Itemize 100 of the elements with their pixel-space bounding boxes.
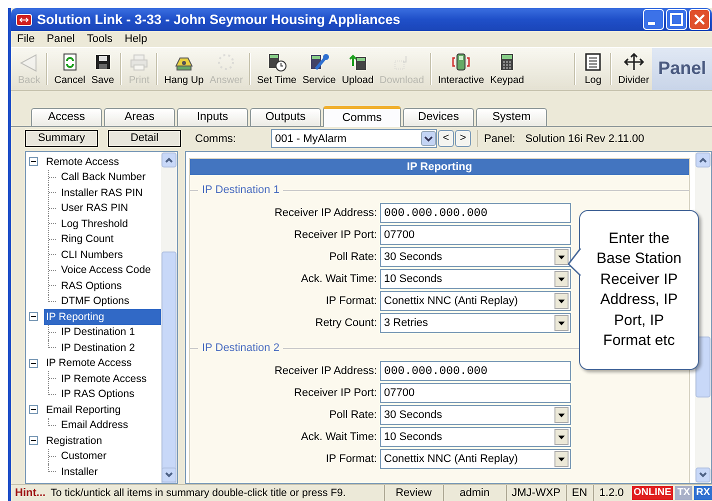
minimize-icon[interactable] bbox=[643, 9, 664, 30]
panel-version: Solution 16i Rev 2.11.00 bbox=[525, 132, 644, 145]
tree-item[interactable]: Log Threshold bbox=[59, 216, 130, 231]
field-label: Receiver IP Port: bbox=[293, 387, 377, 399]
status-indicator: RX bbox=[694, 486, 712, 500]
field-label: Receiver IP Address: bbox=[273, 365, 377, 377]
view-button[interactable]: Detail bbox=[108, 130, 181, 148]
field-label: IP Format: bbox=[324, 295, 377, 307]
tree-item[interactable]: IP Destination 2 bbox=[59, 340, 137, 355]
field-label: Ack. Wait Time: bbox=[300, 273, 377, 285]
field-label: Receiver IP Address: bbox=[273, 207, 377, 219]
toolbar-button[interactable]: Divider bbox=[615, 48, 652, 90]
maximize-icon[interactable] bbox=[666, 9, 687, 30]
menu-item[interactable]: File bbox=[17, 33, 35, 46]
panel-label: Panel: bbox=[484, 132, 516, 145]
dropdown-field[interactable]: 10 Seconds bbox=[380, 427, 571, 447]
status-indicator: TX bbox=[675, 486, 692, 500]
toolbar-button[interactable]: Keypad bbox=[487, 48, 528, 90]
printer-icon bbox=[128, 52, 150, 72]
tree-item[interactable]: RAS Options bbox=[59, 278, 124, 293]
status-cell: 1.2.0 bbox=[592, 485, 630, 501]
field-label: Receiver IP Port: bbox=[293, 229, 377, 241]
field-label: IP Format: bbox=[324, 453, 377, 465]
previous-button[interactable]: < bbox=[438, 130, 454, 148]
menu-item[interactable]: Panel bbox=[46, 33, 75, 46]
toolbar-button[interactable]: Log bbox=[579, 48, 608, 90]
tree-item[interactable]: DTMF Options bbox=[59, 294, 132, 308]
menu-item[interactable]: Help bbox=[124, 33, 148, 46]
field-label: Ack. Wait Time: bbox=[300, 431, 377, 443]
menu-item[interactable]: Tools bbox=[86, 33, 113, 46]
next-button[interactable]: > bbox=[455, 130, 471, 148]
view-button[interactable]: Summary bbox=[25, 130, 98, 148]
status-cell: Review bbox=[384, 485, 443, 501]
toolbar-button[interactable]: Service bbox=[299, 48, 339, 90]
tab[interactable]: System bbox=[476, 108, 547, 126]
field-label: Poll Rate: bbox=[328, 251, 377, 263]
toolbar-button[interactable]: Interactive bbox=[435, 48, 488, 90]
dropdown-field[interactable]: 3 Retries bbox=[380, 313, 571, 333]
dropdown-field[interactable]: Conettix NNC (Anti Replay) bbox=[380, 291, 571, 311]
tab[interactable]: Devices bbox=[403, 108, 474, 126]
tree-item[interactable]: Registration bbox=[44, 434, 104, 448]
tab[interactable]: Inputs bbox=[177, 108, 248, 126]
dropdown-field[interactable]: Conettix NNC (Anti Replay) bbox=[380, 449, 571, 469]
collapse-icon[interactable] bbox=[29, 436, 38, 446]
tree-item[interactable]: Voice Access Code bbox=[59, 263, 153, 278]
tree-item[interactable]: IP Remote Access bbox=[44, 356, 134, 370]
tree-item[interactable]: IP Remote Access bbox=[59, 372, 149, 386]
status-cell: JMJ-WXP bbox=[506, 485, 566, 501]
tree-item[interactable]: CLI Numbers bbox=[59, 248, 125, 262]
toolbar-button[interactable]: Cancel bbox=[51, 48, 88, 90]
group-title: IP Destination 1 bbox=[202, 184, 280, 196]
comms-label: Comms: bbox=[195, 132, 237, 145]
status-cell: admin bbox=[442, 485, 506, 501]
toolbar-button[interactable]: Set Time bbox=[254, 48, 300, 90]
window-title: Solution Link - 3-33 - John Seymour Housing Appliances bbox=[37, 12, 402, 28]
dropdown-field[interactable]: 30 Seconds bbox=[380, 405, 571, 425]
tab[interactable]: Comms bbox=[323, 106, 401, 127]
tree-item[interactable]: Call Back Number bbox=[59, 170, 148, 184]
tree-item[interactable]: Email Address bbox=[59, 418, 130, 432]
tree-item[interactable]: Customer bbox=[59, 449, 109, 464]
tree-scrollbar[interactable] bbox=[161, 152, 177, 483]
tab[interactable]: Access bbox=[31, 108, 102, 126]
toolbar-button[interactable]: Upload bbox=[338, 48, 377, 90]
tree-item[interactable]: IP Destination 1 bbox=[59, 325, 137, 340]
status-indicator: ONLINE bbox=[632, 486, 674, 500]
move-arrows-icon bbox=[622, 52, 645, 72]
toolbar-button[interactable]: Save bbox=[88, 48, 118, 90]
dropdown-field[interactable]: 10 Seconds bbox=[380, 269, 571, 289]
hint-message: To tick/untick all items in summary double-click title or press F9. bbox=[50, 487, 347, 499]
tree-item[interactable]: Remote Access bbox=[44, 154, 121, 169]
group-title: IP Destination 2 bbox=[202, 342, 280, 354]
input-field[interactable]: 000.000.000.000 bbox=[380, 361, 571, 381]
section-header: IP Reporting bbox=[190, 159, 689, 175]
tree-item[interactable]: IP Reporting bbox=[44, 309, 161, 324]
tree-item[interactable]: Installer bbox=[59, 464, 100, 479]
toolbar-button[interactable]: Hang Up bbox=[161, 48, 207, 90]
tab[interactable]: Outputs bbox=[250, 108, 321, 126]
hint-label: Hint... bbox=[14, 487, 46, 499]
input-field[interactable]: 07700 bbox=[380, 383, 571, 403]
tree-item[interactable]: User RAS PIN bbox=[59, 201, 130, 216]
status-cell: EN bbox=[566, 485, 593, 501]
panel-title: Panel bbox=[652, 48, 712, 90]
callout-text: Enter the Base Station Receiver IP Address, IP Port, IP Format etc bbox=[596, 228, 682, 351]
field-label: Poll Rate: bbox=[328, 409, 377, 421]
comms-dropdown[interactable]: 001 - MyAlarm bbox=[271, 129, 437, 148]
input-field[interactable]: 000.000.000.000 bbox=[380, 203, 571, 223]
device-icon bbox=[450, 52, 472, 72]
field-label: Retry Count: bbox=[314, 317, 377, 329]
tab[interactable]: Areas bbox=[104, 108, 175, 126]
input-field[interactable]: 07700 bbox=[380, 225, 571, 245]
tree-item[interactable]: Ring Count bbox=[59, 232, 116, 246]
tree-item[interactable]: Installer RAS PIN bbox=[59, 186, 145, 200]
collapse-icon[interactable] bbox=[29, 157, 38, 166]
collapse-icon[interactable] bbox=[29, 312, 38, 322]
app-logo-icon bbox=[16, 14, 32, 26]
collapse-icon[interactable] bbox=[29, 358, 38, 368]
close-icon[interactable] bbox=[689, 9, 710, 30]
tree-item[interactable]: IP RAS Options bbox=[59, 387, 136, 402]
tree-item[interactable]: Email Reporting bbox=[44, 402, 123, 417]
collapse-icon[interactable] bbox=[29, 405, 38, 414]
